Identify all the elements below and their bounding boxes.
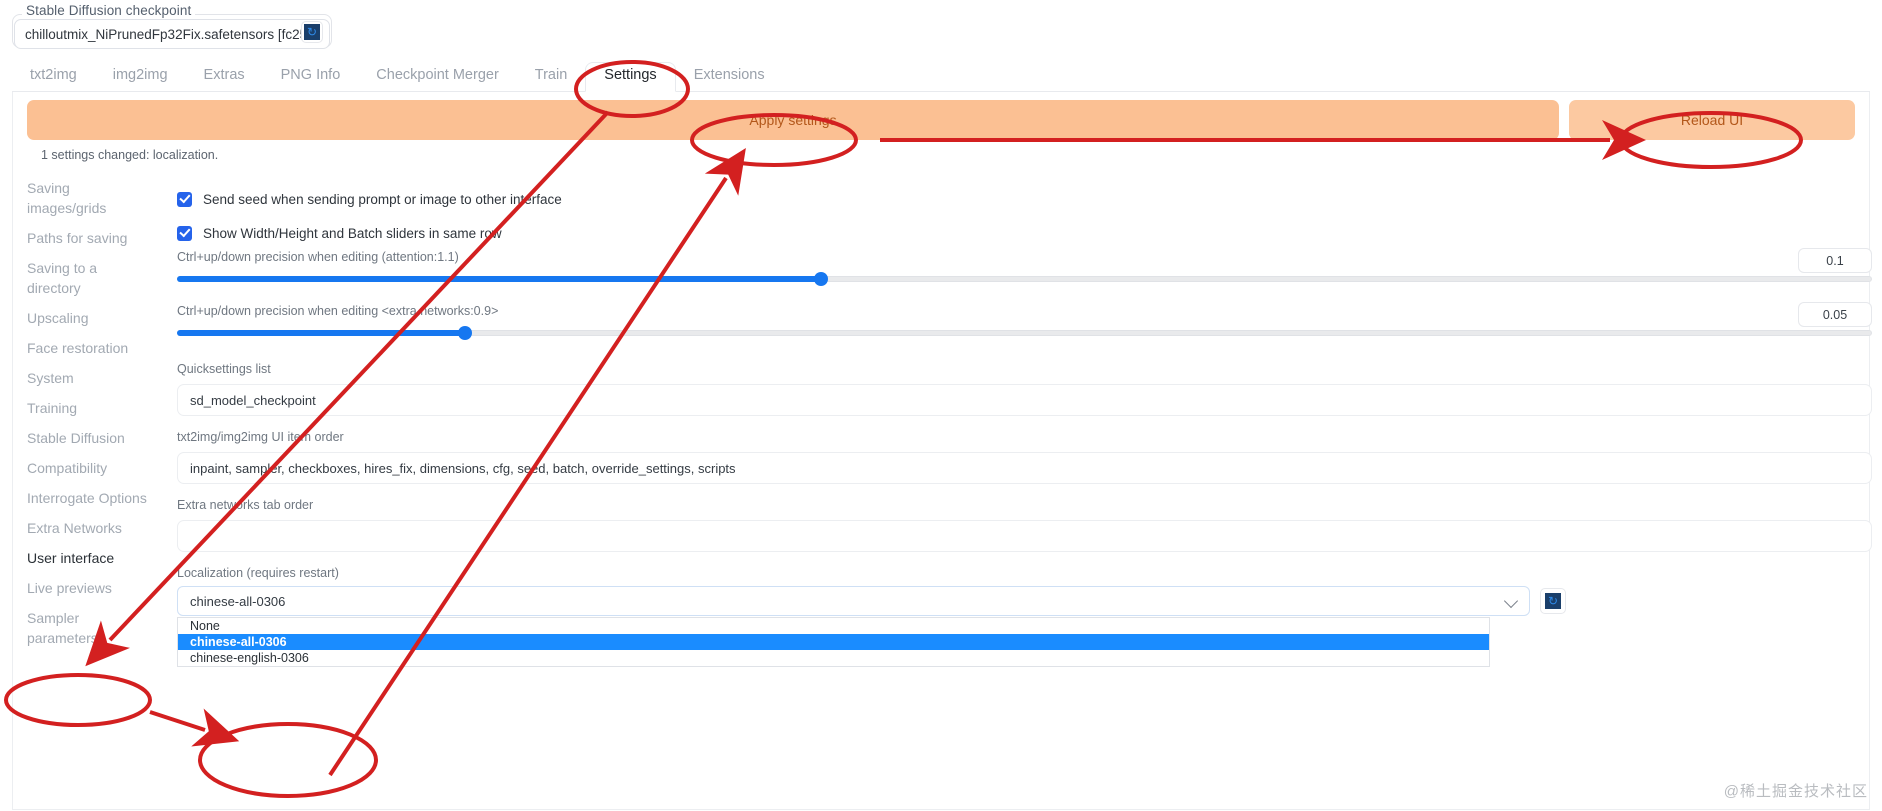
tab-train[interactable]: Train	[517, 63, 586, 91]
checkpoint-toolbar: Stable Diffusion checkpoint chilloutmix_…	[0, 0, 1882, 58]
ui-item-order-label: txt2img/img2img UI item order	[177, 430, 344, 444]
sidebar-item-system[interactable]: System	[27, 368, 153, 388]
refresh-icon: ↻	[304, 24, 320, 40]
tab-checkpoint-merger[interactable]: Checkpoint Merger	[358, 63, 517, 91]
sidebar-item-compatibility[interactable]: Compatibility	[27, 458, 153, 478]
extra-networks-precision-label: Ctrl+up/down precision when editing <ext…	[177, 304, 499, 318]
sidebar-item-paths-for-saving[interactable]: Paths for saving	[27, 228, 153, 248]
send-seed-label: Send seed when sending prompt or image t…	[203, 191, 562, 207]
sidebar-item-live-previews[interactable]: Live previews	[27, 578, 153, 598]
quicksettings-input[interactable]: sd_model_checkpoint	[177, 384, 1872, 416]
quicksettings-label: Quicksettings list	[177, 362, 271, 376]
apply-settings-button[interactable]: Apply settings	[27, 100, 1559, 140]
show-sliders-label: Show Width/Height and Batch sliders in s…	[203, 225, 502, 241]
tab-png-info[interactable]: PNG Info	[263, 63, 359, 91]
tab-extensions[interactable]: Extensions	[676, 63, 783, 91]
sidebar-item-interrogate-options[interactable]: Interrogate Options	[27, 488, 153, 508]
localization-label: Localization (requires restart)	[177, 566, 339, 580]
tab-img2img[interactable]: img2img	[95, 63, 186, 91]
slider-thumb[interactable]	[458, 326, 473, 340]
sidebar-item-extra-networks[interactable]: Extra Networks	[27, 518, 153, 538]
localization-refresh-button[interactable]: ↻	[1540, 588, 1566, 614]
checkpoint-legend: Stable Diffusion checkpoint	[22, 3, 196, 18]
slider-thumb[interactable]	[814, 272, 829, 286]
send-seed-checkbox-row[interactable]: Send seed when sending prompt or image t…	[177, 188, 1872, 210]
localization-option-chinese-english[interactable]: chinese-english-0306	[178, 650, 1489, 666]
extra-networks-precision-slider[interactable]	[177, 326, 1872, 340]
show-sliders-checkbox-row[interactable]: Show Width/Height and Batch sliders in s…	[177, 222, 1872, 244]
sidebar-item-saving-to-a-directory[interactable]: Saving to a directory	[27, 258, 153, 298]
sidebar-item-training[interactable]: Training	[27, 398, 153, 418]
sidebar-item-upscaling[interactable]: Upscaling	[27, 308, 153, 328]
settings-actions: Apply settings Reload UI	[27, 100, 1855, 140]
tab-txt2img[interactable]: txt2img	[12, 63, 95, 91]
show-sliders-checkbox[interactable]	[177, 225, 192, 241]
chevron-down-icon	[1505, 594, 1519, 608]
extra-networks-tab-order-input[interactable]	[177, 520, 1872, 552]
tab-settings[interactable]: Settings	[585, 62, 676, 92]
refresh-icon: ↻	[1545, 593, 1561, 609]
localization-option-none[interactable]: None	[178, 618, 1489, 634]
attention-precision-value-input[interactable]: 0.1	[1798, 248, 1872, 273]
settings-content: Send seed when sending prompt or image t…	[177, 188, 1872, 667]
attention-precision-slider[interactable]	[177, 272, 1872, 286]
main-tabs: txt2img img2img Extras PNG Info Checkpoi…	[12, 60, 1870, 92]
checkpoint-select[interactable]: chilloutmix_NiPrunedFp32Fix.safetensors …	[14, 19, 330, 49]
ui-item-order-input[interactable]: inpaint, sampler, checkboxes, hires_fix,…	[177, 452, 1872, 484]
sidebar-item-stable-diffusion[interactable]: Stable Diffusion	[27, 428, 153, 448]
checkpoint-value: chilloutmix_NiPrunedFp32Fix.safetensors …	[25, 26, 307, 42]
attention-precision-label: Ctrl+up/down precision when editing (att…	[177, 250, 459, 264]
slider-fill	[177, 330, 466, 336]
sidebar-item-user-interface[interactable]: User interface	[27, 548, 153, 568]
localization-field: chinese-all-0306 ↻ None chinese-all-0306…	[177, 586, 1872, 667]
localization-select[interactable]: chinese-all-0306	[177, 586, 1530, 616]
settings-status-text: 1 settings changed: localization.	[41, 148, 219, 162]
extra-networks-precision-slider-row: 0.05	[177, 302, 1872, 340]
reload-ui-button[interactable]: Reload UI	[1569, 100, 1855, 140]
slider-fill	[177, 276, 822, 282]
extra-networks-precision-value-input[interactable]: 0.05	[1798, 302, 1872, 327]
sidebar-item-sampler-parameters[interactable]: Sampler parameters	[27, 608, 153, 648]
settings-panel: Apply settings Reload UI 1 settings chan…	[12, 92, 1872, 810]
localization-dropdown-list: None chinese-all-0306 chinese-english-03…	[177, 617, 1490, 667]
extra-networks-tab-order-label: Extra networks tab order	[177, 498, 314, 512]
sidebar-item-face-restoration[interactable]: Face restoration	[27, 338, 153, 358]
tab-extras[interactable]: Extras	[186, 63, 263, 91]
attention-precision-slider-row: 0.1	[177, 248, 1872, 286]
settings-sidebar: Saving images/grids Paths for saving Sav…	[27, 178, 167, 658]
localization-option-chinese-all[interactable]: chinese-all-0306	[178, 634, 1489, 650]
localization-value: chinese-all-0306	[190, 593, 286, 609]
checkpoint-refresh-button[interactable]: ↻	[301, 21, 323, 43]
sidebar-item-saving-images-grids[interactable]: Saving images/grids	[27, 178, 153, 218]
watermark-text: @稀土掘金技术社区	[1723, 783, 1868, 800]
send-seed-checkbox[interactable]	[177, 191, 192, 207]
